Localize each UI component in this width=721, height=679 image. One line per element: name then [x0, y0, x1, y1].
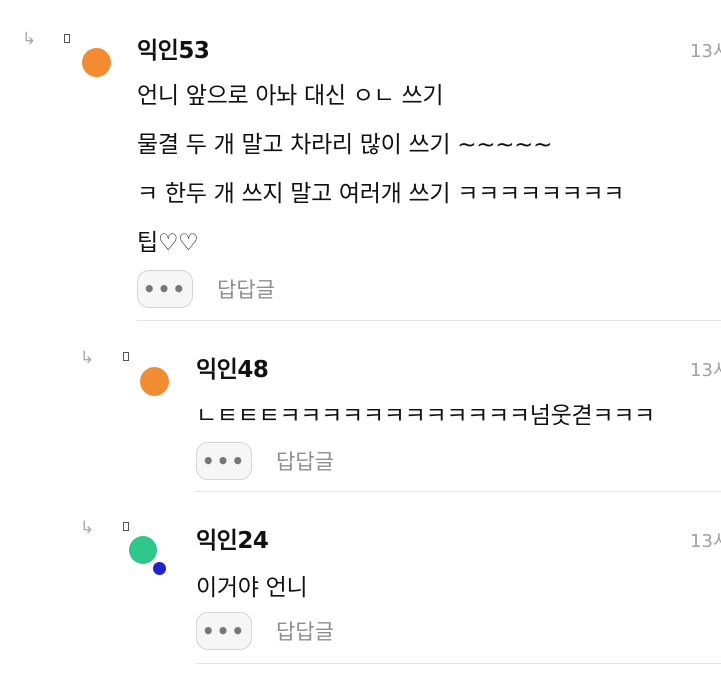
- reply-button[interactable]: 답답글: [217, 274, 275, 304]
- more-options-button[interactable]: •••: [196, 612, 252, 650]
- more-options-button[interactable]: •••: [137, 270, 193, 308]
- reply-arrow-icon: ↳: [80, 518, 95, 538]
- comment-line: ㄴㅌㅌㅌㅋㅋㅋㅋㅋㅋㅋㅋㅋㅋㅋㅋ넘웃겯ㅋㅋㅋ: [196, 403, 655, 429]
- comment-author[interactable]: 익인53: [137, 31, 210, 65]
- avatar[interactable]: [129, 536, 157, 564]
- reply-button[interactable]: 답답글: [276, 446, 334, 476]
- reply-button[interactable]: 답답글: [276, 616, 334, 646]
- comment-author[interactable]: 익인48: [196, 350, 269, 384]
- comment-line: ㅋ 한두 개 쓰지 말고 여러개 쓰기 ㅋㅋㅋㅋㅋㅋㅋㅋ: [137, 181, 625, 207]
- comment-line: 언니 앞으로 아놔 대신 ㅇㄴ 쓰기: [137, 83, 444, 109]
- comment-author[interactable]: 익인24: [196, 521, 269, 555]
- comment-time: 13시: [690, 531, 721, 552]
- comment-time: 13시: [690, 41, 721, 62]
- reply-arrow-icon: ↳: [22, 29, 37, 49]
- bookmark-icon: [123, 522, 129, 531]
- reply-arrow-icon: ↳: [80, 348, 95, 368]
- bookmark-icon: [64, 34, 70, 43]
- divider: [196, 663, 721, 664]
- comment-line: 물결 두 개 말고 차라리 많이 쓰기 ~~~~~: [137, 132, 553, 158]
- avatar[interactable]: [82, 48, 111, 77]
- comment-item: ↳ 익인53 13시 언니 앞으로 아놔 대신 ㅇㄴ 쓰기 물결 두 개 말고 …: [0, 0, 721, 330]
- comment-item: ↳ 익인48 13시 ㄴㅌㅌㅌㅋㅋㅋㅋㅋㅋㅋㅋㅋㅋㅋㅋ넘웃겯ㅋㅋㅋ ••• 답답…: [0, 330, 721, 500]
- bookmark-icon: [123, 352, 129, 361]
- divider: [196, 491, 721, 492]
- comment-line: 이거야 언니: [196, 575, 308, 601]
- comment-line: 팁♡♡: [137, 230, 199, 256]
- avatar[interactable]: [140, 367, 169, 396]
- divider: [137, 320, 721, 321]
- more-options-button[interactable]: •••: [196, 442, 252, 480]
- comment-time: 13시: [690, 360, 721, 381]
- avatar-status-dot: [153, 562, 166, 575]
- comment-item: ↳ 익인24 13시 이거야 언니 ••• 답답글: [0, 500, 721, 679]
